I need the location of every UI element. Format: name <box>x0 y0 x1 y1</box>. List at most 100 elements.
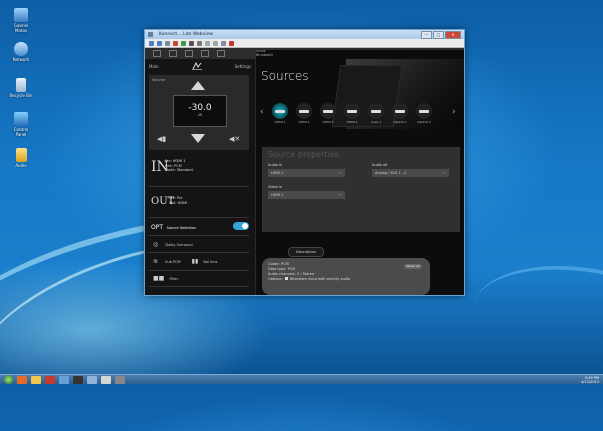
hdmi-icon <box>320 103 336 119</box>
tab-settings[interactable]: Settings <box>235 64 251 69</box>
video-in-label: Video in <box>268 185 283 189</box>
home-icon[interactable] <box>189 40 194 46</box>
desktop-icon-label: Recycle Bin <box>9 93 33 98</box>
network-icon <box>14 42 28 56</box>
search-icon[interactable] <box>221 40 226 46</box>
app-icon[interactable] <box>59 375 69 384</box>
tab-main[interactable]: Main <box>149 64 159 69</box>
filter-row[interactable]: ■■ Filter <box>153 275 178 282</box>
forward-icon[interactable] <box>157 40 162 46</box>
brand-logo-icon <box>191 62 202 70</box>
app-icon[interactable] <box>101 375 111 384</box>
source-item[interactable]: HDMI 4 <box>342 103 362 124</box>
system-clock[interactable]: 9:49 PM 4/12/2013 <box>581 376 599 384</box>
app-icon[interactable] <box>115 375 125 384</box>
surround-label: Dolby Surround <box>165 243 193 247</box>
divider <box>149 286 249 287</box>
sub-row[interactable]: ≋ Sub PCM ▮▮ Bal 0ms <box>153 258 217 265</box>
browser-toolbar <box>145 39 464 48</box>
source-item[interactable]: Coax 1 <box>366 103 386 124</box>
speaker-icon[interactable]: ◀▮ <box>157 135 166 143</box>
audio-in-label: Audio in <box>268 163 283 167</box>
clock-date: 4/12/2013 <box>581 380 599 384</box>
desktop-icon-audio[interactable]: Audio <box>8 148 34 169</box>
add-icon[interactable] <box>229 40 234 46</box>
chevron-right-icon[interactable]: › <box>452 107 456 117</box>
source-item[interactable]: HDMI 3 <box>318 103 338 124</box>
app-window: Konnect… Lite Webview — □ ✕ Vitals Bluet… <box>145 30 464 295</box>
options-label: Options: <box>268 277 283 281</box>
minimize-button[interactable]: — <box>421 31 432 39</box>
back-icon[interactable] <box>149 40 154 46</box>
app-icon <box>148 32 153 37</box>
maximize-button[interactable]: □ <box>433 31 444 39</box>
desktop-icon-user[interactable]: Gabriel Matos <box>8 8 34 33</box>
source-item[interactable]: Optical 1 <box>390 103 410 124</box>
source-carousel: ‹ HDMI 1 HDMI 2 HDMI 3 HDMI 4 Coax 1 Opt… <box>260 101 458 131</box>
zoom-out-icon[interactable] <box>213 40 218 46</box>
audio-alt-select[interactable]: Analog / XLR 1 - 2 <box>372 168 449 177</box>
description-button[interactable]: Description <box>288 247 324 257</box>
audio-in-select[interactable]: HDMI 1 <box>268 168 345 177</box>
optical-icon <box>392 103 408 119</box>
refresh-icon[interactable] <box>181 40 186 46</box>
start-button[interactable] <box>4 375 13 384</box>
media-icon[interactable] <box>45 375 55 384</box>
list-icon[interactable] <box>217 50 225 57</box>
info-icon[interactable] <box>185 50 193 57</box>
divider <box>149 270 249 271</box>
opt-row: OPT Source Selection <box>151 224 196 231</box>
reset-button[interactable]: Reset all <box>404 264 422 269</box>
source-item[interactable]: HDMI 2 <box>294 103 314 124</box>
delete-icon[interactable] <box>173 40 178 46</box>
window-titlebar[interactable]: Konnect… Lite Webview — □ ✕ <box>145 30 464 39</box>
user-folder-icon <box>14 8 28 22</box>
volume-display: -30.0 dB <box>173 95 227 127</box>
menu-icon[interactable] <box>153 50 161 57</box>
desktop-icon-label: Gabriel Matos <box>13 23 29 33</box>
source-name: HDMI 2 <box>298 120 310 124</box>
desktop-icon-control-panel[interactable]: Control Panel <box>8 112 34 137</box>
explorer-icon[interactable] <box>31 375 41 384</box>
folder-icon <box>15 148 27 162</box>
video-in-select[interactable]: HDMI 1 <box>268 190 345 199</box>
source-name: Coax 1 <box>370 120 382 124</box>
optical-icon <box>416 103 432 119</box>
source-item[interactable]: Optical 2 <box>414 103 434 124</box>
source-name: HDMI 1 <box>274 120 286 124</box>
bitstream-checkbox[interactable] <box>284 277 288 280</box>
filter-icon: ■■ <box>153 275 165 282</box>
source-name: HDMI 3 <box>322 120 334 124</box>
divider <box>149 217 249 218</box>
panel-icon[interactable] <box>169 50 177 57</box>
zoom-in-icon[interactable] <box>205 40 210 46</box>
power-icon[interactable] <box>201 50 209 57</box>
opt-label: OPT <box>151 224 164 231</box>
surround-row[interactable]: ◎ Dolby Surround <box>153 241 193 248</box>
hdmi-icon <box>344 103 360 119</box>
app-icon[interactable] <box>87 375 97 384</box>
desktop-icon-network[interactable]: Network <box>8 42 34 63</box>
wallpaper-swirl <box>459 245 603 419</box>
copy-icon[interactable] <box>165 40 170 46</box>
input-line: Mode: Standard <box>165 168 193 172</box>
volume-control: Volume -30.0 dB ◀▮ ◀✕ <box>149 75 249 150</box>
opt-text: Source Selection <box>166 226 196 230</box>
source-selection-toggle[interactable] <box>233 222 249 230</box>
browser-icon[interactable] <box>17 375 27 384</box>
source-item[interactable]: HDMI 1 <box>270 103 290 124</box>
volume-up-button[interactable] <box>191 81 205 90</box>
control-panel-icon <box>14 112 28 126</box>
chevron-left-icon[interactable]: ‹ <box>260 107 264 117</box>
mute-icon[interactable]: ◀✕ <box>229 135 240 143</box>
balance-label: Bal 0ms <box>203 260 218 264</box>
desktop-icon-label: Audio <box>15 163 27 168</box>
terminal-icon[interactable] <box>73 375 83 384</box>
divider <box>149 252 249 253</box>
hdmi-icon <box>296 103 312 119</box>
volume-down-button[interactable] <box>191 134 205 143</box>
coax-icon <box>368 103 384 119</box>
desktop-icon-recycle-bin[interactable]: Recycle Bin <box>8 78 34 99</box>
settings-icon[interactable] <box>197 40 202 46</box>
close-button[interactable]: ✕ <box>445 31 461 39</box>
